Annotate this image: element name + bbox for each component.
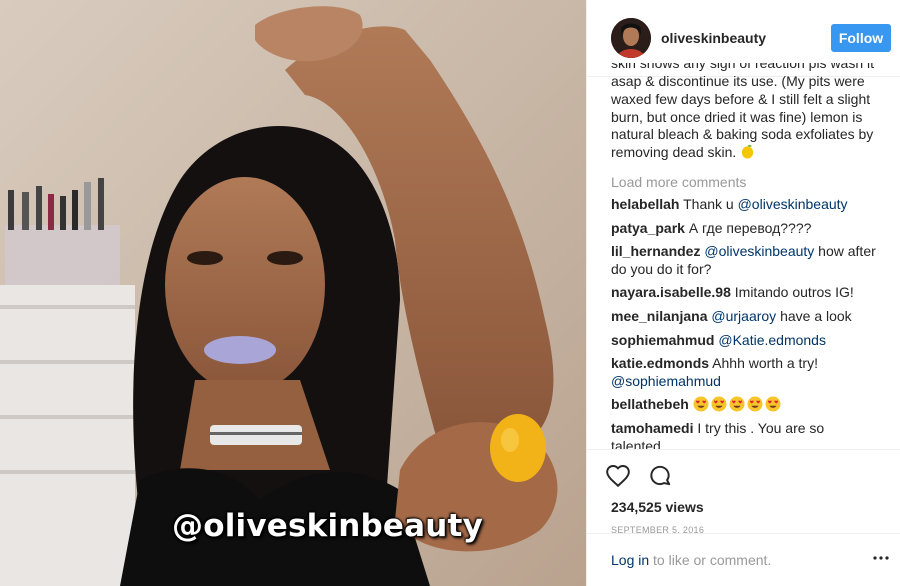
comment-author[interactable]: patya_park <box>611 220 685 236</box>
follow-button[interactable]: Follow <box>831 24 891 52</box>
comment-text: Thank u <box>683 195 738 212</box>
video-watermark: @oliveskinbeauty <box>172 508 483 544</box>
comment-item: helabellah Thank u @oliveskinbeauty <box>611 196 877 214</box>
comment-text: Imitando outros IG! <box>734 284 854 301</box>
caption-clipped-line: skin shows any sign of reaction pls wash… <box>611 63 875 71</box>
heart-eyes-emoji <box>711 396 727 412</box>
comment-author[interactable]: nayara.isabelle.98 <box>611 284 731 300</box>
comment-author[interactable]: tamohamedi <box>611 420 693 436</box>
heart-icon[interactable] <box>605 463 631 489</box>
comment-author[interactable]: bellathebeh <box>611 396 689 412</box>
comment-author[interactable]: mee_nilanjana <box>611 308 708 324</box>
action-icons <box>605 458 885 494</box>
comment-author[interactable]: sophiemahmud <box>611 332 714 348</box>
comment-item: bellathebeh <box>611 396 877 414</box>
comment-item: katie.edmonds Ahhh worth a try! @sophiem… <box>611 355 877 390</box>
comment-mention[interactable]: @oliveskinbeauty <box>738 196 848 212</box>
comment-mention[interactable]: @Katie.edmonds <box>718 332 826 348</box>
heart-eyes-emoji <box>693 396 709 412</box>
more-options-icon[interactable] <box>873 555 889 561</box>
comments-list[interactable]: skin shows any sign of reaction pls wash… <box>587 63 900 449</box>
post-video[interactable]: @oliveskinbeauty <box>0 0 586 586</box>
login-prompt: Log in to like or comment. <box>611 552 771 568</box>
heart-eyes-emoji <box>729 396 745 412</box>
view-count: 234,525 views <box>611 499 704 515</box>
comment-author[interactable]: katie.edmonds <box>611 355 709 371</box>
caption-line: asap & discontinue its use. (My pits wer… <box>611 73 865 89</box>
caption-line: waxed few days before & I still felt a s… <box>611 90 871 107</box>
post-actions: 234,525 views SEPTEMBER 5, 2016 <box>587 449 900 535</box>
caption-line: burn, but once dried it was fine) lemon … <box>611 108 863 125</box>
lemon-emoji <box>742 145 754 159</box>
comment-mention[interactable]: @urjaaroy <box>711 308 776 324</box>
comment-item: nayara.isabelle.98 Imitando outros IG! <box>611 284 877 302</box>
heart-eyes-emoji <box>765 396 781 412</box>
heart-eyes-emoji-row <box>693 396 783 412</box>
comment-item: mee_nilanjana @urjaaroy have a look <box>611 308 877 326</box>
comment-item: patya_park А где перевод???? <box>611 220 877 238</box>
post-side-panel: oliveskinbeauty Follow skin shows any si… <box>586 0 900 586</box>
video-frame-illustration <box>0 0 586 586</box>
comment-author[interactable]: lil_hernandez <box>611 243 700 259</box>
caption-line: natural bleach & baking soda exfoliates … <box>611 126 874 143</box>
avatar[interactable] <box>611 18 651 58</box>
login-prompt-rest: to like or comment. <box>649 552 772 568</box>
comment-text: have a look <box>776 307 852 324</box>
comment-mention[interactable]: @sophiemahmud <box>611 373 721 389</box>
comment-item: tamohamedi I try this . You are so talen… <box>611 420 877 449</box>
username-link[interactable]: oliveskinbeauty <box>661 30 766 46</box>
comment-mention[interactable]: @oliveskinbeauty <box>704 243 814 259</box>
post-footer: Log in to like or comment. <box>587 533 900 586</box>
comment-author[interactable]: helabellah <box>611 196 679 212</box>
comment-text: Ahhh worth a try! <box>712 355 818 372</box>
comment-item: lil_hernandez @oliveskinbeauty how after… <box>611 243 877 278</box>
heart-eyes-emoji <box>747 396 763 412</box>
comment-item: sophiemahmud @Katie.edmonds <box>611 332 877 350</box>
caption-last-line: removing dead skin. <box>611 144 877 162</box>
comment-text: А где перевод???? <box>688 219 812 236</box>
login-link[interactable]: Log in <box>611 552 649 568</box>
comment-bubble-icon[interactable] <box>647 463 673 489</box>
post-caption: skin shows any sign of reaction pls wash… <box>611 63 877 162</box>
load-more-comments[interactable]: Load more comments <box>611 174 877 190</box>
